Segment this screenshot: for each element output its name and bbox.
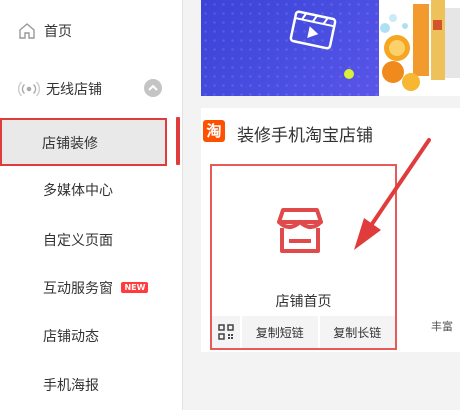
sidebar-item-label: 自定义页面: [43, 233, 113, 249]
collapse-button[interactable]: [144, 79, 162, 97]
sidebar-item-label: 首页: [44, 24, 72, 40]
qr-code-icon: [218, 324, 234, 340]
banner[interactable]: [201, 0, 460, 96]
sidebar-item-home[interactable]: 首页: [0, 16, 183, 46]
sidebar-item-label: 无线店铺: [46, 82, 102, 98]
sidebar-item-store-news[interactable]: 店铺动态: [43, 326, 99, 346]
chevron-up-icon: [148, 84, 158, 91]
decoration-dot: [344, 69, 354, 79]
sidebar-item-label: 互动服务窗: [43, 281, 113, 297]
store-homepage-tile[interactable]: 店铺首页 复制短链 复制长链: [210, 164, 397, 350]
sidebar-item-custom-page[interactable]: 自定义页面: [43, 230, 113, 250]
sidebar-item-label: 手机海报: [43, 378, 99, 394]
home-icon: [19, 23, 35, 39]
sidebar-item-label: 多媒体中心: [43, 183, 113, 199]
sidebar-item-store-decoration[interactable]: 店铺装修: [0, 118, 167, 166]
sidebar: 首页 无线店铺 店铺装修 多媒体中心 自定义页面 互动服务窗 NEW 店铺动态 …: [0, 0, 183, 410]
qr-code-button[interactable]: [212, 316, 242, 348]
sidebar-item-multimedia[interactable]: 多媒体中心: [43, 180, 113, 200]
product-image: [379, 0, 460, 96]
sidebar-item-label: 店铺装修: [42, 136, 98, 152]
wireless-icon: [18, 81, 40, 97]
taobao-logo: 淘: [203, 120, 225, 142]
tile-actions: 复制短链 复制长链: [212, 316, 395, 348]
next-tile-snippet: 丰富: [431, 320, 453, 333]
copy-short-link-button[interactable]: 复制短链: [242, 316, 318, 348]
copy-long-link-button[interactable]: 复制长链: [317, 316, 396, 348]
main-content: 淘 装修手机淘宝店铺 店铺首页 复制短链 复制长链 丰富: [183, 0, 460, 410]
banner-pattern: [201, 0, 379, 96]
product-illustration: [380, 0, 460, 91]
active-indicator: [176, 117, 180, 165]
shop-icon: [277, 208, 323, 253]
tile-label: 店铺首页: [275, 294, 332, 310]
section-title: 装修手机淘宝店铺: [237, 126, 373, 146]
sidebar-item-mobile-poster[interactable]: 手机海报: [43, 375, 99, 395]
sidebar-item-service-window[interactable]: 互动服务窗 NEW: [43, 278, 149, 298]
sidebar-item-label: 店铺动态: [43, 329, 99, 345]
new-badge: NEW: [121, 282, 149, 293]
